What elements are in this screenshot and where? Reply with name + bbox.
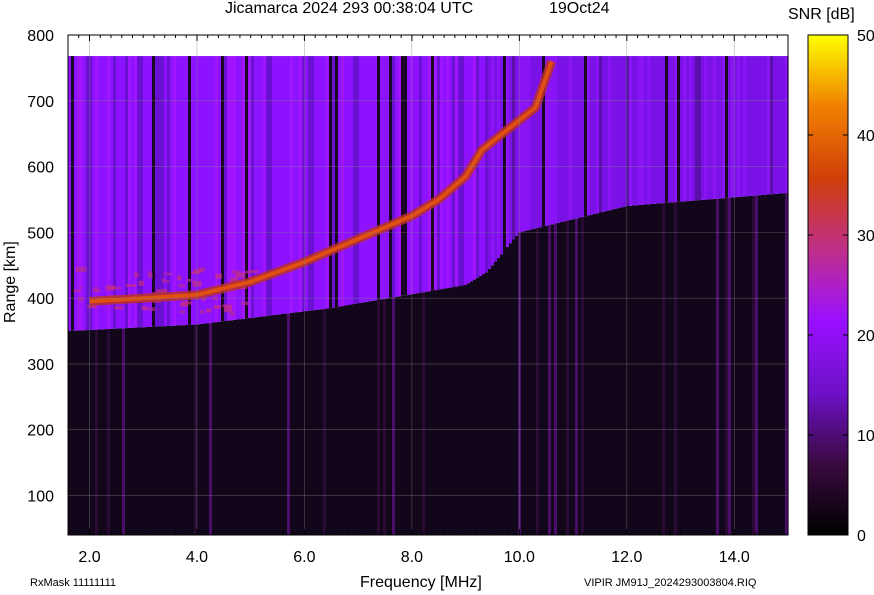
x-tick-label: 14.0 <box>719 549 750 566</box>
x-tick-label: 2.0 <box>78 549 100 566</box>
y-tick-label: 100 <box>27 489 54 506</box>
y-tick-label: 600 <box>27 160 54 177</box>
x-tick-label: 6.0 <box>293 549 315 566</box>
colorbar-tick-label: 10 <box>857 428 874 445</box>
y-tick-label: 700 <box>27 94 54 111</box>
x-tick-label: 10.0 <box>504 549 535 566</box>
y-tick-label: 400 <box>27 291 54 308</box>
colorbar-tick-label: 0 <box>857 528 866 545</box>
colorbar <box>807 34 849 536</box>
y-tick-label: 500 <box>27 225 54 242</box>
y-tick-label: 200 <box>27 423 54 440</box>
y-tick-label: 800 <box>27 28 54 45</box>
colorbar-tick-label: 40 <box>857 128 874 145</box>
y-tick-label: 300 <box>27 357 54 374</box>
colorbar-tick-label: 50 <box>857 28 874 45</box>
x-tick-label: 4.0 <box>186 549 208 566</box>
ionogram-chart: 2.0 4.0 6.0 8.0 10.0 12.0 14.01002003004005006… <box>27 28 874 566</box>
colorbar-tick-label: 30 <box>857 228 874 245</box>
x-tick-label: 12.0 <box>611 549 642 566</box>
colorbar-tick-label: 20 <box>857 328 874 345</box>
x-tick-label: 8.0 <box>401 549 423 566</box>
